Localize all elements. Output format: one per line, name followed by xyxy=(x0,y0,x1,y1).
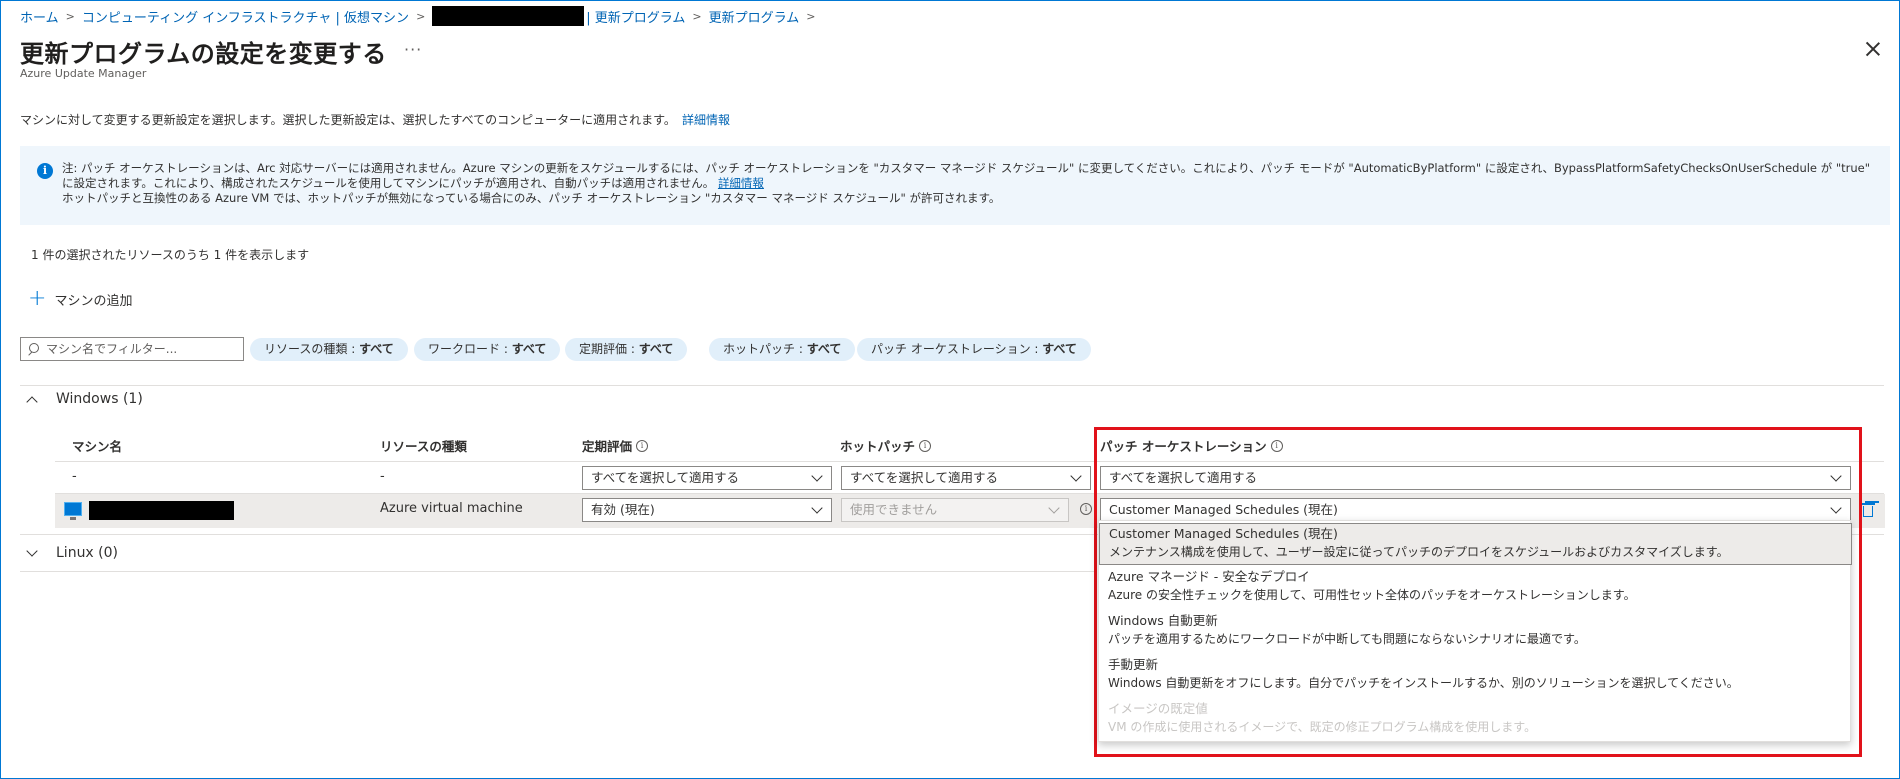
intro-text: マシンに対して変更する更新設定を選択します。選択した更新設定は、選択したすべての… xyxy=(20,111,730,128)
column-resource-type: リソースの種類 xyxy=(380,436,467,455)
pill-label: リソースの種類 : xyxy=(264,342,360,356)
result-count: 1 件の選択されたリソースのうち 1 件を表示します xyxy=(31,248,310,262)
pill-label: 定期評価 : xyxy=(579,342,639,356)
plus-icon: + xyxy=(28,286,47,311)
bulk-type-cell: - xyxy=(380,469,385,484)
info-line-1: 注: パッチ オーケストレーションは、Arc 対応サーバーには適用されません。A… xyxy=(62,161,1871,190)
virtual-machine-icon xyxy=(64,502,82,520)
chevron-right-icon: > xyxy=(65,9,75,23)
option-description: パッチを適用するためにワークロードが中断しても問題にならないシナリオに最適です。 xyxy=(1108,632,1586,646)
group-windows[interactable]: Windows (1) xyxy=(26,391,143,408)
learn-more-link[interactable]: 詳細情報 xyxy=(682,113,730,127)
divider xyxy=(20,385,1884,386)
divider xyxy=(20,571,1095,572)
group-linux-label: Linux (0) xyxy=(56,545,119,561)
column-label: リソースの種類 xyxy=(380,439,467,454)
pill-value: すべて xyxy=(359,342,394,356)
column-label: マシン名 xyxy=(72,439,123,454)
dropdown-value: 使用できません xyxy=(850,502,938,517)
close-icon[interactable] xyxy=(1862,38,1884,60)
option-title: Azure マネージド - 安全なデプロイ xyxy=(1108,569,1310,584)
breadcrumb-home[interactable]: ホーム xyxy=(20,7,59,26)
delete-icon[interactable] xyxy=(1861,502,1875,517)
dropdown-value: すべてを選択して適用する xyxy=(591,470,740,485)
pill-value: すべて xyxy=(1042,342,1077,356)
pill-label: ワークロード : xyxy=(428,342,512,356)
info-line-2: ホットパッチと互換性のある Azure VM では、ホットパッチが無効になってい… xyxy=(62,191,1001,205)
menu-option-customer-managed[interactable]: Customer Managed Schedules (現在) メンテナンス構成… xyxy=(1099,523,1852,565)
breadcrumb: ホーム > コンピューティング インフラストラクチャ | 仮想マシン > | 更… xyxy=(20,6,822,26)
menu-option-windows-automatic[interactable]: Windows 自動更新 パッチを適用するためにワークロードが中断しても問題にな… xyxy=(1099,611,1852,653)
group-windows-label: Windows (1) xyxy=(56,391,143,407)
info-icon[interactable]: i xyxy=(1080,503,1092,515)
chevron-right-icon: > xyxy=(692,9,702,23)
option-title: イメージの既定値 xyxy=(1108,701,1208,716)
vm-hotpatch-dropdown: 使用できません xyxy=(841,498,1069,522)
option-title: Customer Managed Schedules (現在) xyxy=(1109,526,1338,541)
dropdown-value: すべてを選択して適用する xyxy=(850,470,999,485)
intro-description: マシンに対して変更する更新設定を選択します。選択した更新設定は、選択したすべての… xyxy=(20,113,676,127)
redacted-machine-name xyxy=(89,501,234,520)
info-text-1: 注: パッチ オーケストレーションは、Arc 対応サーバーには適用されません。A… xyxy=(62,161,1876,191)
vm-assessment-dropdown[interactable]: 有効 (現在) xyxy=(582,498,832,522)
column-label: ホットパッチ xyxy=(840,439,916,454)
dropdown-value: 有効 (現在) xyxy=(591,502,655,517)
machine-filter-input[interactable] xyxy=(44,341,234,357)
menu-option-manual[interactable]: 手動更新 Windows 自動更新をオフにします。自分でパッチをインストールする… xyxy=(1099,655,1852,697)
pill-value: すべて xyxy=(511,342,547,356)
column-assessment: 定期評価 i xyxy=(582,436,649,455)
vm-type-cell: Azure virtual machine xyxy=(380,501,523,516)
column-machine-name: マシン名 xyxy=(72,436,122,455)
info-icon: i xyxy=(37,163,53,179)
option-title: 手動更新 xyxy=(1108,657,1159,672)
bulk-assessment-dropdown[interactable]: すべてを選択して適用する xyxy=(582,466,832,490)
filter-pill-orchestration[interactable]: パッチ オーケストレーション : すべて xyxy=(857,338,1091,361)
chevron-up-icon xyxy=(26,395,38,408)
more-options-button[interactable]: ··· xyxy=(404,40,422,59)
add-machine-button[interactable]: + マシンの追加 xyxy=(28,286,133,311)
chevron-down-icon xyxy=(1070,470,1082,482)
page-title: 更新プログラムの設定を変更する xyxy=(20,40,387,68)
info-icon[interactable]: i xyxy=(636,439,649,452)
option-description: VM の作成に使用されるイメージで、既定の修正プログラム構成を使用します。 xyxy=(1108,720,1537,734)
info-learn-more-link[interactable]: 詳細情報 xyxy=(718,176,764,190)
filter-pill-assessment[interactable]: 定期評価 : すべて xyxy=(565,338,688,361)
menu-option-azure-managed[interactable]: Azure マネージド - 安全なデプロイ Azure の安全性チェックを使用し… xyxy=(1099,567,1852,609)
option-description: Windows 自動更新をオフにします。自分でパッチをインストールするか、別のソ… xyxy=(1108,676,1739,690)
chevron-down-icon xyxy=(26,545,38,557)
filter-pill-workload[interactable]: ワークロード : すべて xyxy=(414,338,561,361)
pill-label: パッチ オーケストレーション : xyxy=(871,342,1043,356)
pill-value: すべて xyxy=(638,342,674,356)
pill-value: すべて xyxy=(806,342,842,356)
breadcrumb-updates[interactable]: 更新プログラム xyxy=(709,7,800,26)
breadcrumb-vm-updates[interactable]: | 更新プログラム xyxy=(586,7,685,26)
menu-option-image-default: イメージの既定値 VM の作成に使用されるイメージで、既定の修正プログラム構成を… xyxy=(1099,699,1852,741)
option-title: Windows 自動更新 xyxy=(1108,613,1218,628)
search-icon xyxy=(27,343,39,355)
machine-filter[interactable] xyxy=(20,337,244,361)
chevron-right-icon: > xyxy=(416,9,426,23)
redacted-vm-name xyxy=(432,6,585,26)
info-icon[interactable]: i xyxy=(919,439,932,452)
column-label: 定期評価 xyxy=(582,439,633,454)
pill-label: ホットパッチ : xyxy=(723,342,807,356)
chevron-right-icon: > xyxy=(806,9,816,23)
bulk-hotpatch-dropdown[interactable]: すべてを選択して適用する xyxy=(841,466,1091,490)
orchestration-dropdown-menu: Customer Managed Schedules (現在) メンテナンス構成… xyxy=(1098,520,1852,742)
option-description: Azure の安全性チェックを使用して、可用性セット全体のパッチをオーケストレー… xyxy=(1108,588,1636,602)
bulk-name-cell: - xyxy=(72,469,77,484)
page-subtitle: Azure Update Manager xyxy=(20,67,147,80)
filter-pill-resource-type[interactable]: リソースの種類 : すべて xyxy=(250,338,408,361)
breadcrumb-compute[interactable]: コンピューティング インフラストラクチャ | 仮想マシン xyxy=(82,7,409,26)
option-description: メンテナンス構成を使用して、ユーザー設定に従ってパッチのデプロイをスケジュールお… xyxy=(1109,545,1729,559)
add-machine-label: マシンの追加 xyxy=(54,293,133,309)
chevron-down-icon xyxy=(811,502,823,514)
column-hotpatch: ホットパッチ i xyxy=(840,436,932,455)
chevron-down-icon xyxy=(1048,502,1060,514)
filter-pill-hotpatch[interactable]: ホットパッチ : すべて xyxy=(709,338,856,361)
info-banner: i 注: パッチ オーケストレーションは、Arc 対応サーバーには適用されません… xyxy=(20,146,1890,225)
chevron-down-icon xyxy=(811,470,823,482)
group-linux[interactable]: Linux (0) xyxy=(26,545,119,561)
